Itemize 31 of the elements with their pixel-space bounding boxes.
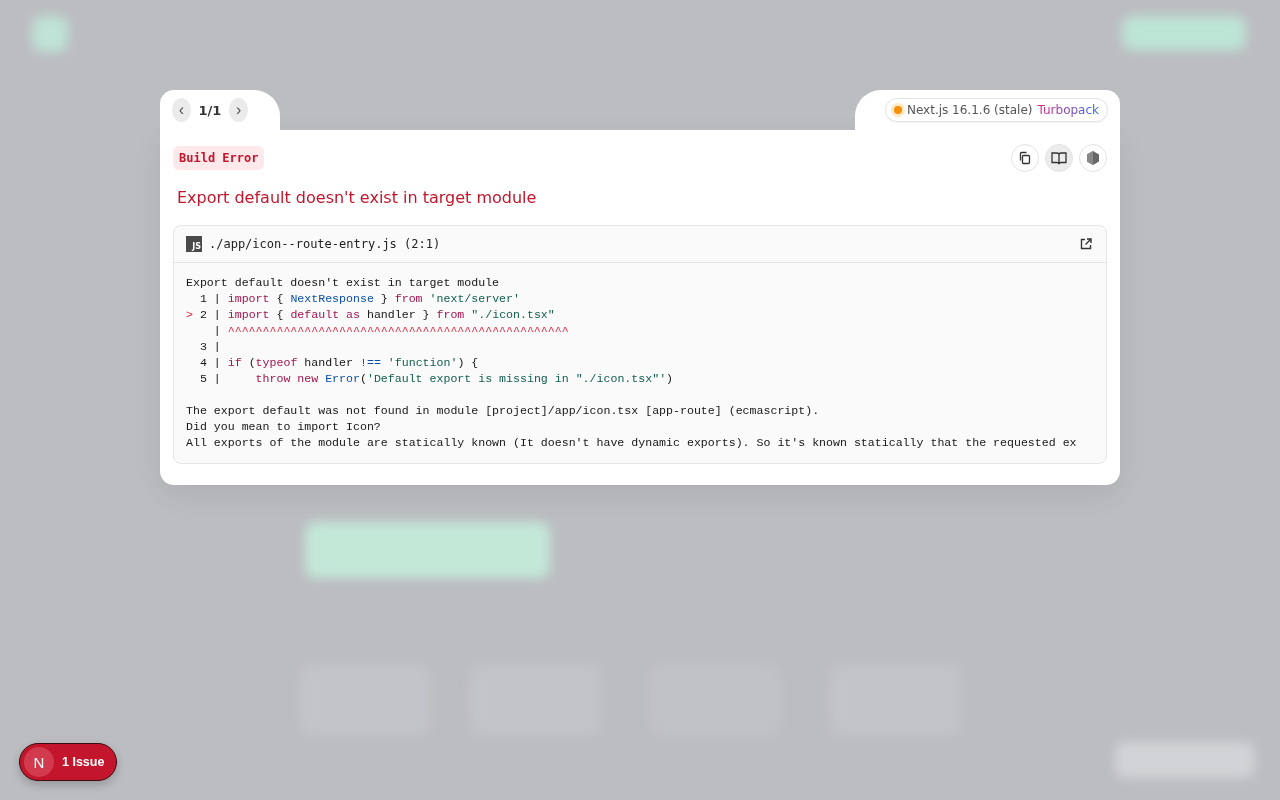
code-line: 4 | if (typeof handler !== 'function') { [198,355,479,371]
previous-button[interactable]: ‹ [172,98,191,122]
file-type-icon: JS [186,236,202,252]
copy-button[interactable] [1011,144,1039,172]
issues-label: 1 Issue [62,755,105,769]
copy-icon [1018,151,1032,165]
file-path: ./app/icon--route-entry.js (2:1) [209,237,442,251]
book-icon [1051,151,1067,165]
external-link-icon [1080,238,1092,250]
n-logo-icon: N [24,747,54,777]
code-line: Did you mean to import Icon? [186,419,381,435]
hexagon-icon [1086,150,1100,166]
code-line: | ^^^^^^^^^^^^^^^^^^^^^^^^^^^^^^^^^^^^^^^^^^^^^^^^^ [212,323,569,339]
error-title: Export default doesn't exist in target module [177,188,538,207]
code-line: 5 | throw new Error('Default export is missing in "./icon.tsx"') [198,371,674,387]
next-button[interactable]: › [229,98,248,122]
bundler-label: Turbopack [1037,103,1099,117]
code-line: Export default doesn't exist in target module [186,275,500,291]
node-button[interactable] [1079,144,1107,172]
code-line: All exports of the module are statically known (It doesn't have dynamic exports). So it's known statically that the requested ex [186,435,1077,451]
code-line: The export default was not found in module [project]/app/icon.tsx [app-route] (ecmascript). [186,403,820,419]
issues-button[interactable]: N 1 Issue [19,743,117,781]
docs-button[interactable] [1045,144,1073,172]
error-type-label: Build Error [173,146,265,170]
status-dot-icon [893,106,902,114]
code-line: > 2 | import { default as handler } from "./icon.tsx" [186,307,555,323]
code-line: 1 | import { NextResponse } from 'next/server' [198,291,520,307]
version-label: Next.js 16.1.6 (stale) [906,103,1033,117]
code-line: 3 | [198,339,221,355]
error-counter: 1/1 [198,102,222,118]
open-in-editor-button[interactable] [1078,236,1094,252]
